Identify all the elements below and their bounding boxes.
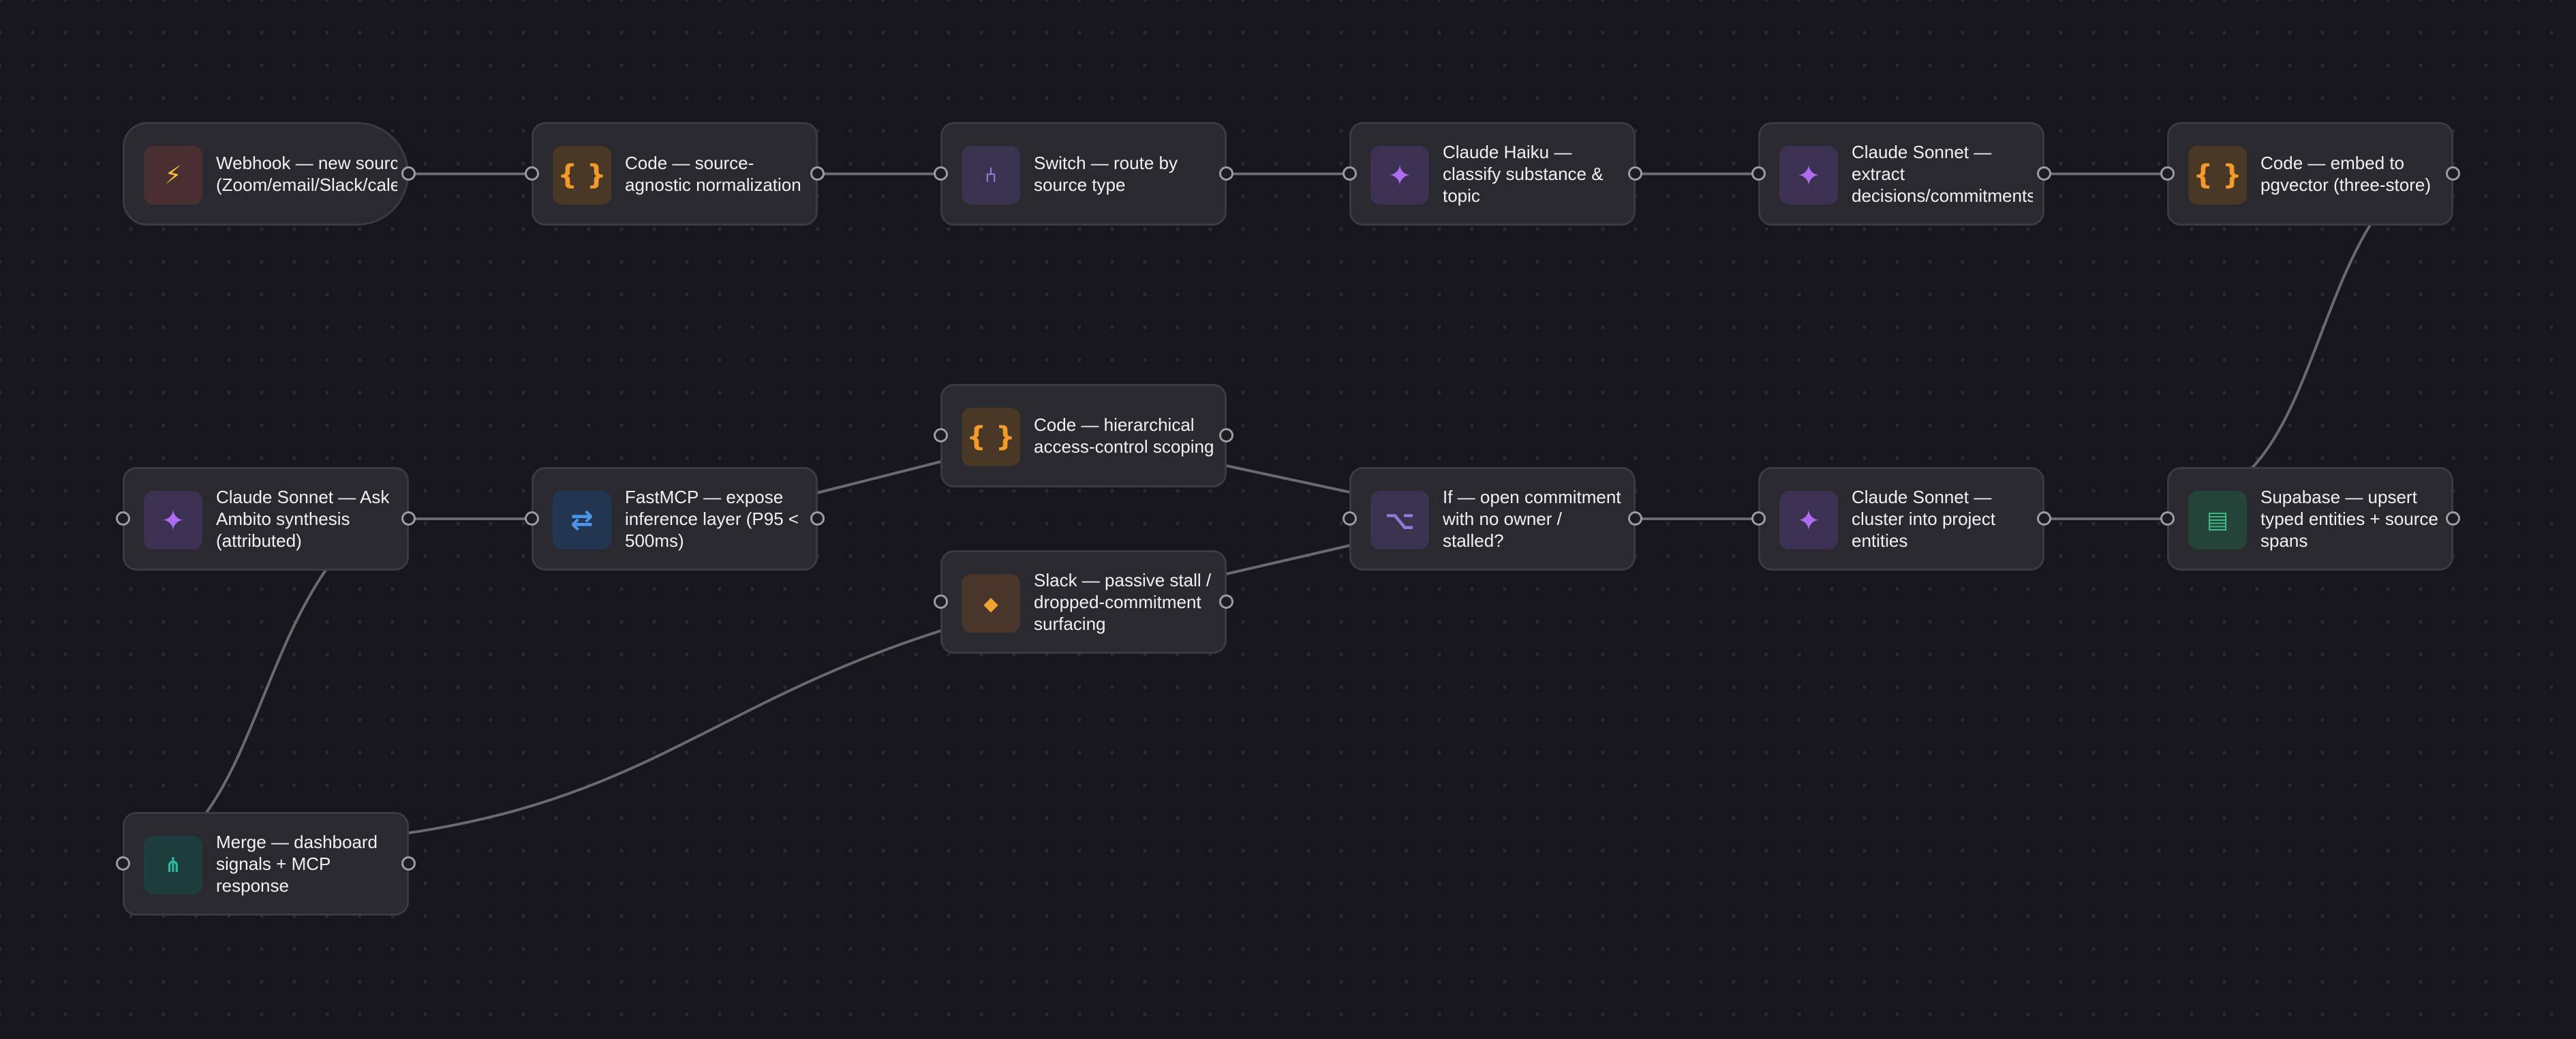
connection-code-embed-to-supabase [2249,224,2372,471]
input-port[interactable] [934,166,948,181]
node-claude-sonnet-extract[interactable]: ✦ Claude Sonnet — extract decisions/comm… [1751,122,2051,226]
slack-diamond-icon: ◆ [962,574,1020,633]
node-label: Claude Sonnet — cluster into project ent… [1852,487,1995,551]
input-port[interactable] [2160,511,2175,526]
input-port[interactable] [525,166,539,181]
output-port[interactable] [401,856,416,871]
sparkle-icon: ✦ [1370,146,1429,205]
node-slack[interactable]: ◆ Slack — passive stall / dropped-commit… [934,550,1233,654]
node-label: Claude Sonnet — Ask Ambito synthesis (at… [216,487,390,551]
merge-icon: ⋔ [144,836,202,894]
output-port[interactable] [1219,594,1233,609]
node-label: Claude Sonnet — extract decisions/commit… [1852,141,2033,207]
arrows-exchange-icon: ⇄ [553,491,611,549]
node-webhook[interactable]: ⚡ Webhook — new source (Zoom/email/Slack… [123,122,416,226]
input-port[interactable] [2160,166,2175,181]
input-port[interactable] [1343,166,1357,181]
input-port[interactable] [525,511,539,526]
connection-sonnet-ask-to-merge [204,569,327,815]
output-port[interactable] [1219,166,1233,181]
sparkle-icon: ✦ [1779,491,1838,549]
node-claude-sonnet-ask[interactable]: ✦ Claude Sonnet — Ask Ambito synthesis (… [116,467,416,571]
lightning-icon: ⚡ [144,146,202,205]
node-supabase[interactable]: ▤ Supabase — upsert typed entities + sou… [2160,467,2460,571]
connection-code-access-to-if [1225,464,1351,494]
output-port[interactable] [2446,511,2460,526]
code-braces-icon: { } [553,146,611,205]
output-port[interactable] [401,166,416,181]
output-port[interactable] [2037,166,2051,181]
if-branch-icon: ⌥ [1370,491,1429,549]
node-label-text: Claude Sonnet — extract decisions/commit… [1852,142,2033,206]
input-port[interactable] [934,428,948,442]
node-if-open-commitment[interactable]: ⌥ If — open commitment with no owner / s… [1343,467,1642,571]
input-port[interactable] [934,594,948,609]
switch-branch-icon: ⑃ [962,146,1020,205]
node-label: Code — source-agnostic normalization [625,153,801,195]
node-merge[interactable]: ⋔ Merge — dashboard signals + MCP respon… [116,812,416,916]
node-label: If — open commitment with no owner / sta… [1443,487,1621,551]
output-port[interactable] [1628,166,1642,181]
connection-slack-to-merge [407,629,942,834]
node-label: Claude Haiku — classify substance & topi… [1443,142,1604,206]
output-port[interactable] [2037,511,2051,526]
output-port[interactable] [810,166,825,181]
connection-slack-to-if [1225,544,1351,575]
connection-fastmcp-to-code-access [816,460,942,494]
input-port[interactable] [1751,166,1766,181]
node-code-embed[interactable]: { } Code — embed to pgvector (three-stor… [2160,122,2460,226]
database-icon: ▤ [2188,491,2247,549]
output-port[interactable] [401,511,416,526]
output-port[interactable] [810,511,825,526]
output-port[interactable] [1628,511,1642,526]
node-claude-haiku[interactable]: ✦ Claude Haiku — classify substance & to… [1343,122,1642,226]
node-claude-sonnet-cluster[interactable]: ✦ Claude Sonnet — cluster into project e… [1751,467,2051,571]
node-label: Switch — route by source type [1034,153,1178,195]
input-port[interactable] [1343,511,1357,526]
sparkle-icon: ✦ [144,491,202,549]
node-label-text: Webhook — new source (Zoom/email/Slack/c… [216,153,397,195]
node-fastmcp[interactable]: ⇄ FastMCP — expose inference layer (P95 … [525,467,825,571]
node-label: Merge — dashboard signals + MCP response [216,832,378,896]
sparkle-icon: ✦ [1779,146,1838,205]
node-label: Supabase — upsert typed entities + sourc… [2260,487,2438,551]
code-braces-icon: { } [2188,146,2247,205]
node-label: Code — embed to pgvector (three-store) [2260,153,2431,195]
input-port[interactable] [1751,511,1766,526]
node-code-normalization[interactable]: { } Code — source-agnostic normalization [525,122,825,226]
node-label: FastMCP — expose inference layer (P95 < … [625,487,799,551]
node-label: Slack — passive stall / dropped-commitme… [1034,570,1212,634]
node-label: Webhook — new source (Zoom/email/Slack/c… [216,152,397,196]
workflow-canvas[interactable]: ⚡ Webhook — new source (Zoom/email/Slack… [0,0,2576,1039]
code-braces-icon: { } [962,408,1020,466]
node-code-access-control[interactable]: { } Code — hierarchical access-control s… [934,384,1233,487]
input-port[interactable] [116,511,130,526]
node-switch[interactable]: ⑃ Switch — route by source type [934,122,1233,226]
input-port[interactable] [116,856,130,871]
node-label: Code — hierarchical access-control scopi… [1034,415,1214,457]
output-port[interactable] [1219,428,1233,442]
output-port[interactable] [2446,166,2460,181]
